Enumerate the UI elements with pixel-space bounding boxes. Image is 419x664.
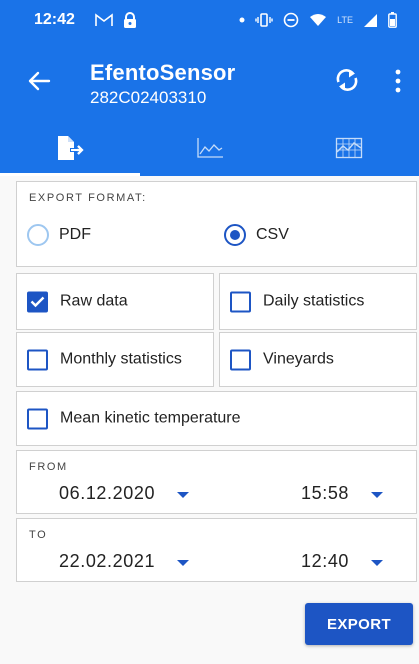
raw-data-checkbox[interactable] xyxy=(27,291,48,312)
page-title: EfentoSensor xyxy=(90,60,236,85)
vibrate-icon xyxy=(255,13,273,27)
to-date-picker[interactable]: 22.02.2021 xyxy=(59,551,190,572)
to-time-value: 12:40 xyxy=(301,551,350,571)
dnd-icon xyxy=(283,12,299,28)
dot-icon xyxy=(239,17,245,23)
signal-icon xyxy=(364,13,377,27)
line-chart-icon xyxy=(196,138,223,158)
radio-pdf-indicator[interactable] xyxy=(27,224,49,246)
daily-statistics-label: Daily statistics xyxy=(263,292,365,310)
option-daily-statistics[interactable]: Daily statistics xyxy=(219,273,417,330)
from-time-picker[interactable]: 15:58 xyxy=(301,483,384,504)
option-raw-data[interactable]: Raw data xyxy=(16,273,214,330)
export-format-card: EXPORT FORMAT: PDF CSV xyxy=(16,181,417,267)
wifi-icon xyxy=(310,14,327,26)
tab-export[interactable] xyxy=(0,120,140,176)
sensor-id: 282C02403310 xyxy=(90,88,207,107)
option-monthly-statistics[interactable]: Monthly statistics xyxy=(16,332,214,387)
export-file-icon xyxy=(57,136,84,160)
to-time-picker[interactable]: 12:40 xyxy=(301,551,384,572)
tab-grid-chart[interactable] xyxy=(279,120,419,176)
mean-kinetic-temperature-checkbox[interactable] xyxy=(27,408,48,429)
lock-icon xyxy=(123,11,136,28)
sync-icon[interactable] xyxy=(334,67,360,93)
checkmark-icon xyxy=(30,296,45,308)
gmail-icon xyxy=(95,13,113,26)
vineyards-label: Vineyards xyxy=(263,350,334,368)
status-bar: 12:42 LTE xyxy=(0,0,419,40)
status-time: 12:42 xyxy=(34,11,75,28)
app-bar: EfentoSensor 282C02403310 xyxy=(0,40,419,120)
from-card: FROM 06.12.2020 15:58 xyxy=(16,450,417,514)
grid-chart-icon xyxy=(336,137,363,159)
dropdown-caret-icon xyxy=(177,559,190,566)
battery-icon xyxy=(388,12,397,28)
dropdown-caret-icon xyxy=(177,491,190,498)
more-vert-icon[interactable] xyxy=(388,67,408,95)
to-label: TO xyxy=(29,529,48,541)
export-button[interactable]: EXPORT xyxy=(305,603,413,645)
dropdown-caret-icon xyxy=(371,559,384,566)
radio-csv[interactable]: CSV xyxy=(224,224,289,246)
back-arrow-icon[interactable] xyxy=(24,66,54,96)
dropdown-caret-icon xyxy=(371,491,384,498)
from-date-value: 06.12.2020 xyxy=(59,483,156,503)
from-label: FROM xyxy=(29,461,68,473)
to-date-value: 22.02.2021 xyxy=(59,551,156,571)
to-card: TO 22.02.2021 12:40 xyxy=(16,518,417,582)
radio-pdf[interactable]: PDF xyxy=(27,224,91,246)
option-vineyards[interactable]: Vineyards xyxy=(219,332,417,387)
lte-label: LTE xyxy=(337,15,353,25)
daily-statistics-checkbox[interactable] xyxy=(230,291,251,312)
radio-csv-indicator[interactable] xyxy=(224,224,246,246)
title-block: EfentoSensor 282C02403310 xyxy=(90,60,235,108)
vineyards-checkbox[interactable] xyxy=(230,349,251,370)
option-mean-kinetic-temperature[interactable]: Mean kinetic temperature xyxy=(16,391,417,446)
raw-data-label: Raw data xyxy=(60,292,128,310)
radio-pdf-label: PDF xyxy=(59,226,91,243)
from-time-value: 15:58 xyxy=(301,483,350,503)
tab-chart[interactable] xyxy=(140,120,280,176)
monthly-statistics-label: Monthly statistics xyxy=(60,350,182,368)
radio-csv-label: CSV xyxy=(256,226,289,243)
monthly-statistics-checkbox[interactable] xyxy=(27,349,48,370)
tab-bar xyxy=(0,120,419,176)
export-format-label: EXPORT FORMAT: xyxy=(29,192,147,204)
from-date-picker[interactable]: 06.12.2020 xyxy=(59,483,190,504)
mean-kinetic-temperature-label: Mean kinetic temperature xyxy=(60,409,241,427)
